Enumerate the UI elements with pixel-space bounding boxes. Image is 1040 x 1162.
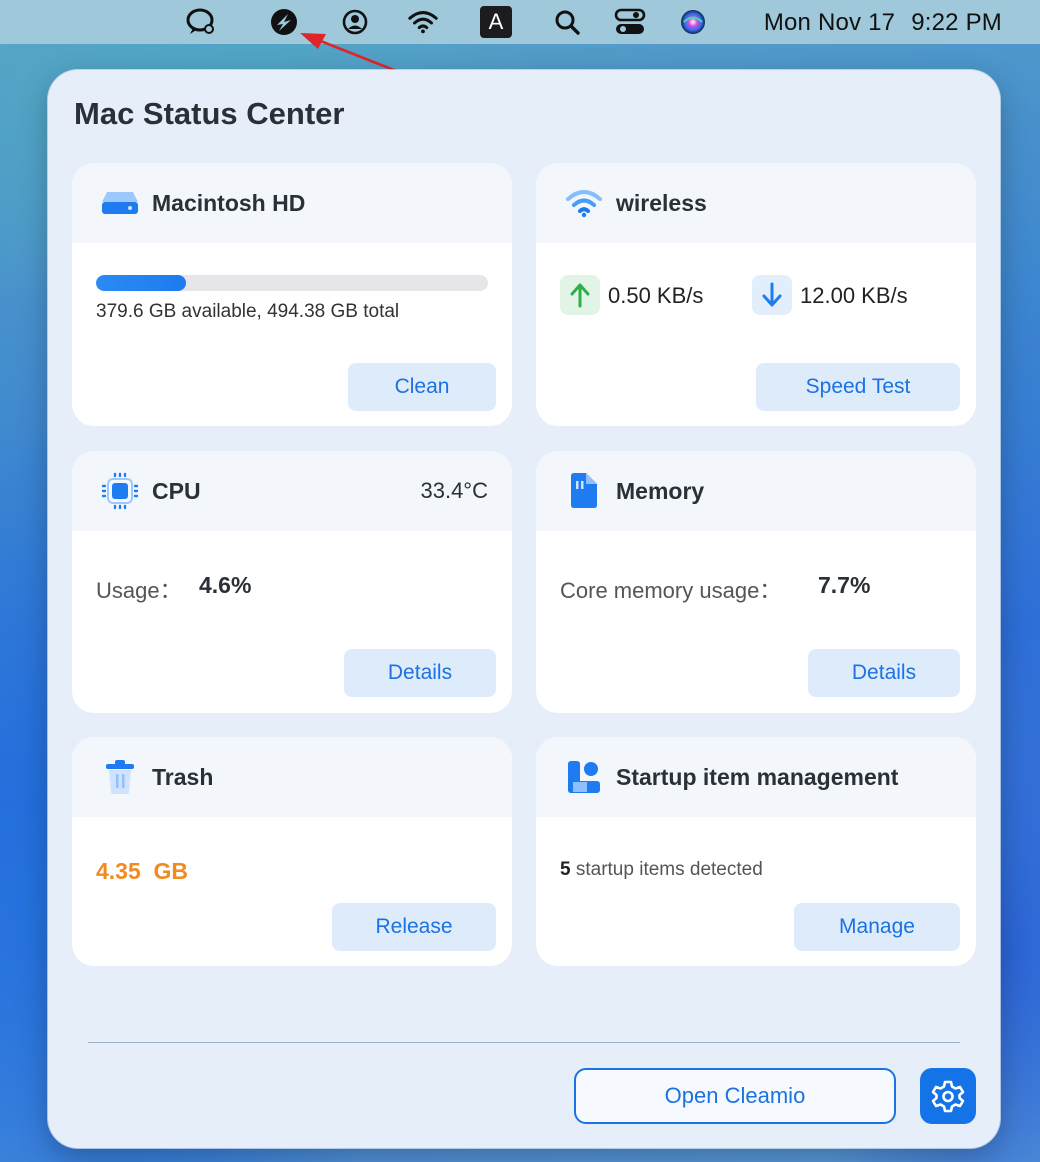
startup-card: Startup item management 5 startup items … [536, 737, 976, 966]
cpu-title: CPU [152, 477, 201, 504]
memory-usage-label: Core memory usage： [560, 578, 782, 603]
memory-card-header: Memory [536, 451, 976, 531]
download-speed: 12.00 KB/s [800, 283, 908, 308]
control-center-icon[interactable] [614, 6, 646, 38]
settings-button[interactable] [920, 1068, 976, 1124]
panel-title: Mac Status Center [74, 96, 345, 131]
trash-size: 4.35 GB [96, 858, 189, 884]
menu-bar-time: 9:22 PM [911, 9, 1002, 36]
startup-detected-text: startup items detected [570, 859, 763, 880]
disk-usage-bar [96, 275, 488, 291]
disk-title: Macintosh HD [152, 189, 306, 216]
cleamio-icon[interactable] [268, 6, 300, 38]
wifi-card-icon [564, 183, 604, 223]
wifi-icon[interactable] [407, 6, 439, 38]
menu-bar-date: Mon Nov 17 [763, 9, 896, 36]
chat-bubble-icon[interactable] [185, 6, 217, 38]
manage-button[interactable]: Manage [794, 903, 960, 951]
open-cleamio-button[interactable]: Open Cleamio [574, 1068, 896, 1124]
user-circle-icon[interactable] [339, 6, 371, 38]
input-source-letter: A [488, 9, 504, 34]
cpu-details-button[interactable]: Details [344, 649, 496, 697]
wireless-card-header: wireless [536, 163, 976, 243]
input-source-icon[interactable]: A [480, 6, 512, 38]
startup-items-icon [564, 757, 604, 797]
cpu-card-header: CPU 33.4°C [72, 451, 512, 531]
disk-usage-fill [96, 275, 187, 291]
download-arrow-icon [752, 275, 792, 315]
startup-title: Startup item management [616, 763, 899, 790]
hard-drive-icon [100, 183, 140, 223]
startup-count: 5 [560, 859, 571, 880]
siri-icon[interactable] [677, 6, 709, 38]
upload-arrow-icon [560, 275, 600, 315]
wireless-card: wireless 0.50 KB/s 12.00 KB/s Speed Test [536, 163, 976, 426]
clean-button[interactable]: Clean [348, 363, 496, 411]
startup-card-header: Startup item management [536, 737, 976, 817]
cpu-card: CPU 33.4°C Usage： 4.6% Details [72, 451, 512, 713]
upload-speed: 0.50 KB/s [608, 283, 704, 308]
speed-test-button[interactable]: Speed Test [756, 363, 960, 411]
memory-title: Memory [616, 477, 705, 504]
memory-usage-value: 7.7% [818, 572, 871, 598]
trash-card: Trash 4.35 GB Release [72, 737, 512, 966]
cpu-temperature: 33.4°C [420, 478, 488, 503]
disk-summary: 379.6 GB available, 494.38 GB total [96, 301, 400, 322]
cpu-usage-label: Usage： [96, 578, 182, 603]
menu-bar-clock[interactable]: Mon Nov 17 9:22 PM [764, 9, 1002, 37]
release-button[interactable]: Release [332, 903, 496, 951]
wireless-title: wireless [616, 189, 707, 216]
memory-details-button[interactable]: Details [808, 649, 960, 697]
gear-icon [931, 1080, 965, 1113]
spotlight-search-icon[interactable] [551, 6, 583, 38]
trash-title: Trash [152, 763, 214, 790]
cpu-chip-icon [100, 471, 140, 511]
trash-card-header: Trash [72, 737, 512, 817]
footer-divider [88, 1042, 960, 1043]
disk-card: Macintosh HD 379.6 GB available, 494.38 … [72, 163, 512, 426]
disk-card-header: Macintosh HD [72, 163, 512, 243]
startup-detected: 5 startup items detected [560, 859, 763, 881]
trash-icon [100, 757, 140, 797]
menu-bar: A Mon Nov 17 9:22 PM [0, 0, 1040, 44]
cpu-usage-value: 4.6% [199, 572, 252, 598]
status-center-panel: Mac Status Center Macintosh HD 379.6 GB … [48, 70, 1000, 1148]
memory-icon [564, 471, 604, 511]
memory-card: Memory Core memory usage： 7.7% Details [536, 451, 976, 713]
